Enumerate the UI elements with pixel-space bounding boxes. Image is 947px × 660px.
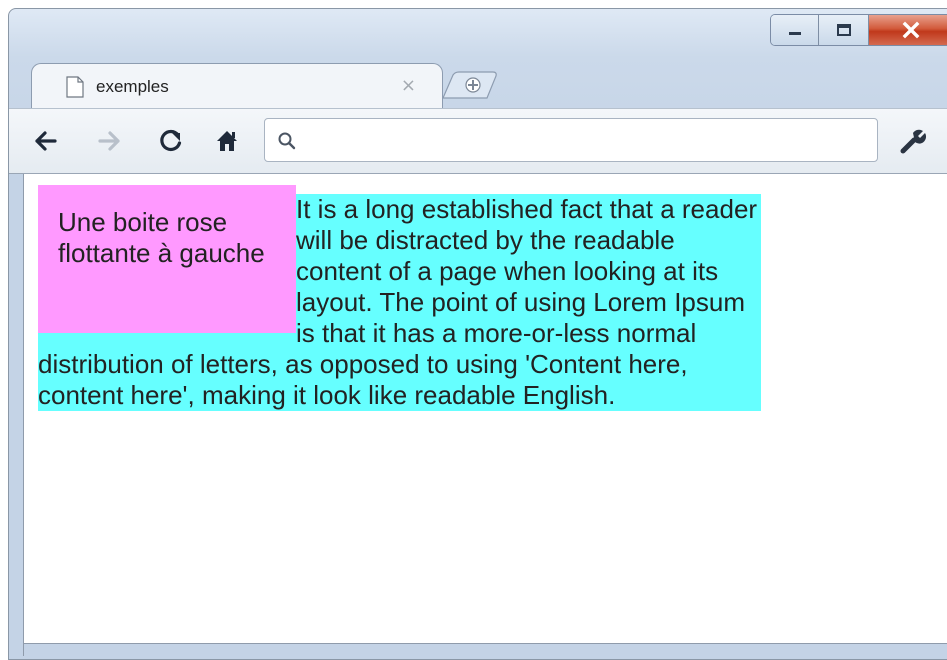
new-tab-icon: [442, 71, 497, 99]
back-arrow-icon: [35, 131, 57, 151]
window-bottom-frame: [24, 643, 947, 656]
address-bar[interactable]: [264, 118, 878, 162]
minimize-button[interactable]: [771, 15, 819, 45]
home-button[interactable]: [212, 126, 242, 156]
close-window-button[interactable]: [869, 15, 947, 45]
close-icon: [902, 21, 920, 39]
reload-button[interactable]: [156, 126, 186, 156]
browser-window: exemples × Une boite rose flottante à ga…: [8, 8, 947, 660]
maximize-button[interactable]: [819, 15, 869, 45]
new-tab-button[interactable]: [439, 71, 501, 99]
minimize-icon: [788, 32, 801, 35]
page-icon: [66, 76, 84, 98]
tab-close-icon[interactable]: ×: [401, 75, 416, 96]
tab-exemples[interactable]: exemples ×: [31, 63, 443, 109]
toolbar: [9, 108, 947, 174]
forward-button[interactable]: [94, 126, 124, 156]
wrench-icon[interactable]: [897, 125, 929, 157]
float-box-pink: Une boite rose flottante à gauche: [38, 185, 296, 333]
back-button[interactable]: [31, 126, 61, 156]
page-viewport: Une boite rose flottante à gauche It is …: [23, 174, 947, 656]
tab-title: exemples: [96, 77, 169, 96]
window-caption-buttons: [771, 15, 947, 45]
search-icon: [278, 132, 296, 150]
reload-icon: [160, 129, 182, 152]
tab-strip: exemples ×: [9, 57, 947, 109]
content-block: Une boite rose flottante à gauche It is …: [38, 185, 761, 411]
maximize-icon: [836, 24, 851, 36]
home-icon: [217, 131, 237, 151]
forward-arrow-icon: [98, 131, 120, 151]
address-input[interactable]: [307, 125, 871, 157]
